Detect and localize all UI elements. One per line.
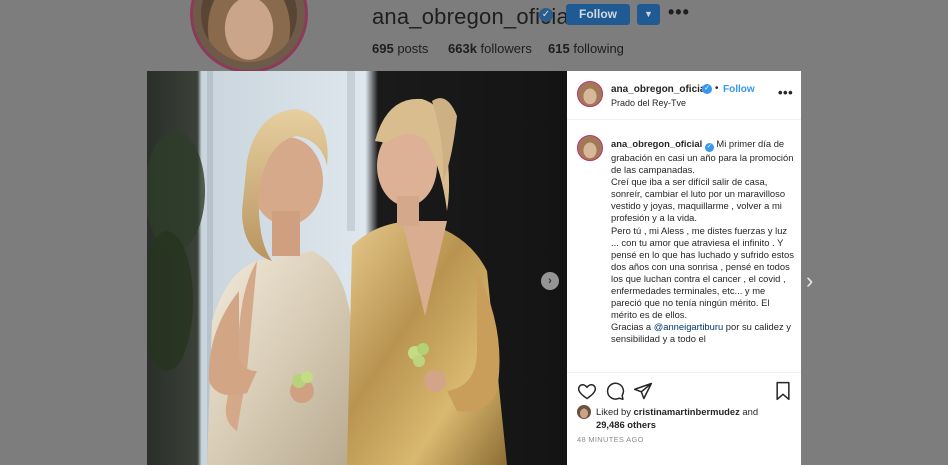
post-author-avatar[interactable] <box>577 81 603 107</box>
likes-count-link[interactable]: 29,486 others <box>596 419 656 430</box>
post-actions <box>567 374 801 408</box>
caption-mention-link[interactable]: @anneigartiburu <box>654 321 723 332</box>
profile-follow-button[interactable]: Follow <box>566 4 630 25</box>
profile-avatar[interactable] <box>190 0 308 73</box>
caption-paragraph-2: Creí que iba a ser difícil salir de casa… <box>611 176 786 224</box>
likes-text: Liked by cristinamartinbermudez and 29,4… <box>596 406 759 430</box>
verified-badge-icon: ✓ <box>704 143 714 152</box>
liked-by-user-link[interactable]: cristinamartinbermudez <box>634 406 740 417</box>
post-header: ana_obregon_oficial ✓ • Follow Prado del… <box>567 71 801 120</box>
caption-paragraph-3: Pero tú , mi Aless , me distes fuerzas y… <box>611 224 794 321</box>
stat-followers[interactable]: 663k followers <box>448 41 532 56</box>
caption-paragraph-4: Gracias a @anneigartiburu por su calidez… <box>611 321 791 345</box>
post-follow-button[interactable]: Follow <box>723 84 755 95</box>
chevron-down-icon[interactable]: ▼ <box>637 4 660 25</box>
caption-area[interactable]: ana_obregon_oficial ✓ Mi primer día de g… <box>567 121 801 373</box>
heart-icon[interactable] <box>577 381 597 401</box>
post-timestamp[interactable]: 48 MINUTES AGO <box>577 435 644 444</box>
bookmark-icon[interactable] <box>773 381 793 401</box>
comment-icon[interactable] <box>605 381 625 401</box>
more-options-icon[interactable]: ••• <box>668 2 690 23</box>
share-icon[interactable] <box>633 381 653 401</box>
caption-author-avatar[interactable] <box>577 135 603 161</box>
liker-avatar[interactable] <box>577 405 591 419</box>
caption-text: ana_obregon_oficial ✓ Mi primer día de g… <box>611 138 795 346</box>
post-side-panel: ana_obregon_oficial ✓ • Follow Prado del… <box>567 71 801 465</box>
verified-badge-icon: ✓ <box>702 84 712 94</box>
post-author-username[interactable]: ana_obregon_oficial <box>611 84 708 95</box>
stat-posts: 695 posts <box>372 41 429 56</box>
more-options-icon[interactable]: ••• <box>778 85 793 100</box>
post-location[interactable]: Prado del Rey-Tve <box>611 98 686 108</box>
caption-username[interactable]: ana_obregon_oficial <box>611 138 702 149</box>
verified-badge-icon: ✓ <box>539 8 553 22</box>
separator-dot: • <box>715 83 719 94</box>
stat-following[interactable]: 615 following <box>548 41 624 56</box>
post-photo[interactable] <box>147 71 567 465</box>
chevron-right-icon[interactable]: › <box>806 268 813 294</box>
carousel-next-icon[interactable]: › <box>541 272 559 290</box>
